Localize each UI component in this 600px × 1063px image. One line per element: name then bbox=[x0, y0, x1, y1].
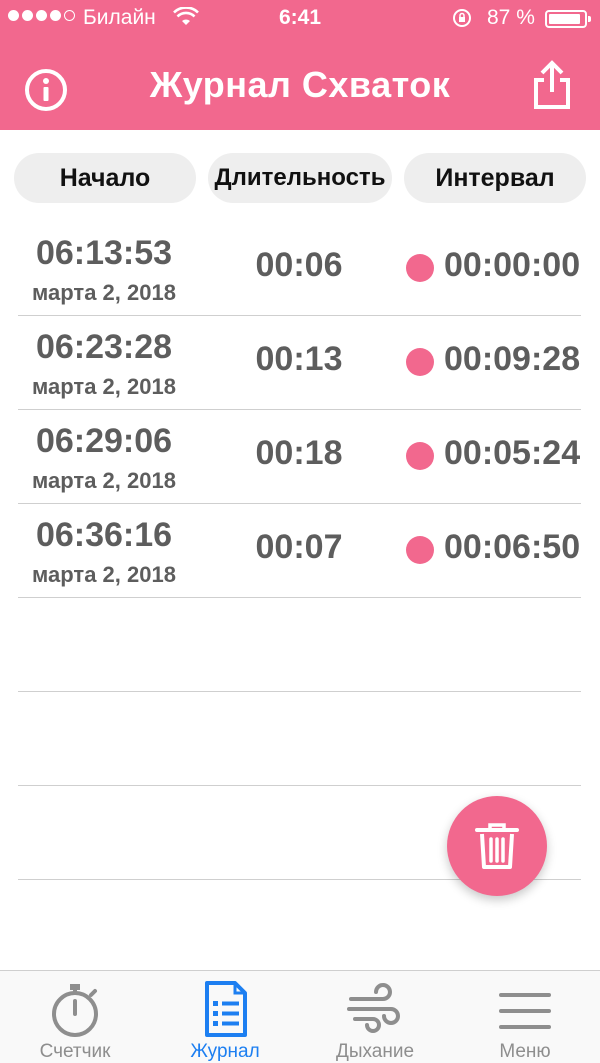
tab-menu[interactable]: Меню bbox=[450, 971, 600, 1063]
tab-menu-label: Меню bbox=[499, 1041, 551, 1062]
tab-breathing[interactable]: Дыхание bbox=[300, 971, 450, 1063]
rotation-lock-icon bbox=[453, 9, 471, 27]
interval: 00:09:28 bbox=[444, 340, 581, 378]
start-date: марта 2, 2018 bbox=[32, 374, 176, 399]
menu-icon bbox=[499, 993, 551, 1029]
delete-all-button[interactable] bbox=[447, 796, 547, 896]
start-time: 06:29:06 bbox=[35, 422, 173, 460]
contractions-list: 06:13:53 марта 2, 2018 00:06 00:00:00 06… bbox=[18, 222, 581, 880]
page-title: Журнал Схваток bbox=[149, 64, 451, 105]
tab-journal-label: Журнал bbox=[190, 1041, 260, 1062]
contraction-row[interactable]: 06:23:28 марта 2, 2018 00:13 00:09:28 bbox=[18, 316, 581, 410]
interval: 00:06:50 bbox=[444, 528, 581, 566]
duration: 00:13 bbox=[255, 340, 343, 378]
app-header: Билайн 6:41 87 % Журнал Схваток bbox=[0, 0, 600, 130]
interval-marker-icon bbox=[406, 536, 434, 564]
contraction-row[interactable]: 06:13:53 марта 2, 2018 00:06 00:00:00 bbox=[18, 222, 581, 316]
start-date: марта 2, 2018 bbox=[32, 280, 176, 305]
battery-icon bbox=[545, 10, 591, 28]
start-time: 06:23:28 bbox=[35, 328, 173, 366]
interval: 00:00:00 bbox=[444, 246, 581, 284]
tab-counter-label: Счетчик bbox=[39, 1041, 111, 1062]
empty-row bbox=[18, 598, 581, 692]
status-bar: Билайн 6:41 87 % bbox=[0, 0, 600, 36]
start-time: 06:13:53 bbox=[35, 234, 173, 272]
tab-breathing-label: Дыхание bbox=[335, 1041, 415, 1062]
tab-counter[interactable]: Счетчик bbox=[0, 971, 150, 1063]
tab-journal[interactable]: Журнал bbox=[150, 971, 300, 1063]
wind-icon bbox=[347, 983, 400, 1033]
duration: 00:07 bbox=[255, 528, 343, 566]
column-header-interval[interactable]: Интервал bbox=[404, 153, 586, 203]
interval: 00:05:24 bbox=[444, 434, 581, 472]
duration: 00:06 bbox=[255, 246, 343, 284]
contraction-row[interactable]: 06:29:06 марта 2, 2018 00:18 00:05:24 bbox=[18, 410, 581, 504]
interval-marker-icon bbox=[406, 348, 434, 376]
trash-icon bbox=[475, 823, 519, 869]
column-header-start[interactable]: Начало bbox=[14, 153, 196, 203]
contraction-row[interactable]: 06:36:16 марта 2, 2018 00:07 00:06:50 bbox=[18, 504, 581, 598]
interval-marker-icon bbox=[406, 254, 434, 282]
empty-row bbox=[18, 692, 581, 786]
journal-icon bbox=[205, 981, 247, 1037]
share-icon[interactable] bbox=[530, 60, 574, 110]
column-header-duration[interactable]: Длительность bbox=[208, 153, 392, 203]
tab-bar: Счетчик Журнал Дыхание Меню bbox=[0, 970, 600, 1063]
start-date: марта 2, 2018 bbox=[32, 468, 176, 493]
interval-marker-icon bbox=[406, 442, 434, 470]
stopwatch-icon bbox=[52, 984, 98, 1037]
duration: 00:18 bbox=[255, 434, 343, 472]
battery-percent: 87 % bbox=[487, 6, 535, 29]
start-time: 06:36:16 bbox=[35, 516, 173, 554]
column-headers: Начало Длительность Интервал bbox=[0, 153, 600, 205]
start-date: марта 2, 2018 bbox=[32, 562, 176, 587]
